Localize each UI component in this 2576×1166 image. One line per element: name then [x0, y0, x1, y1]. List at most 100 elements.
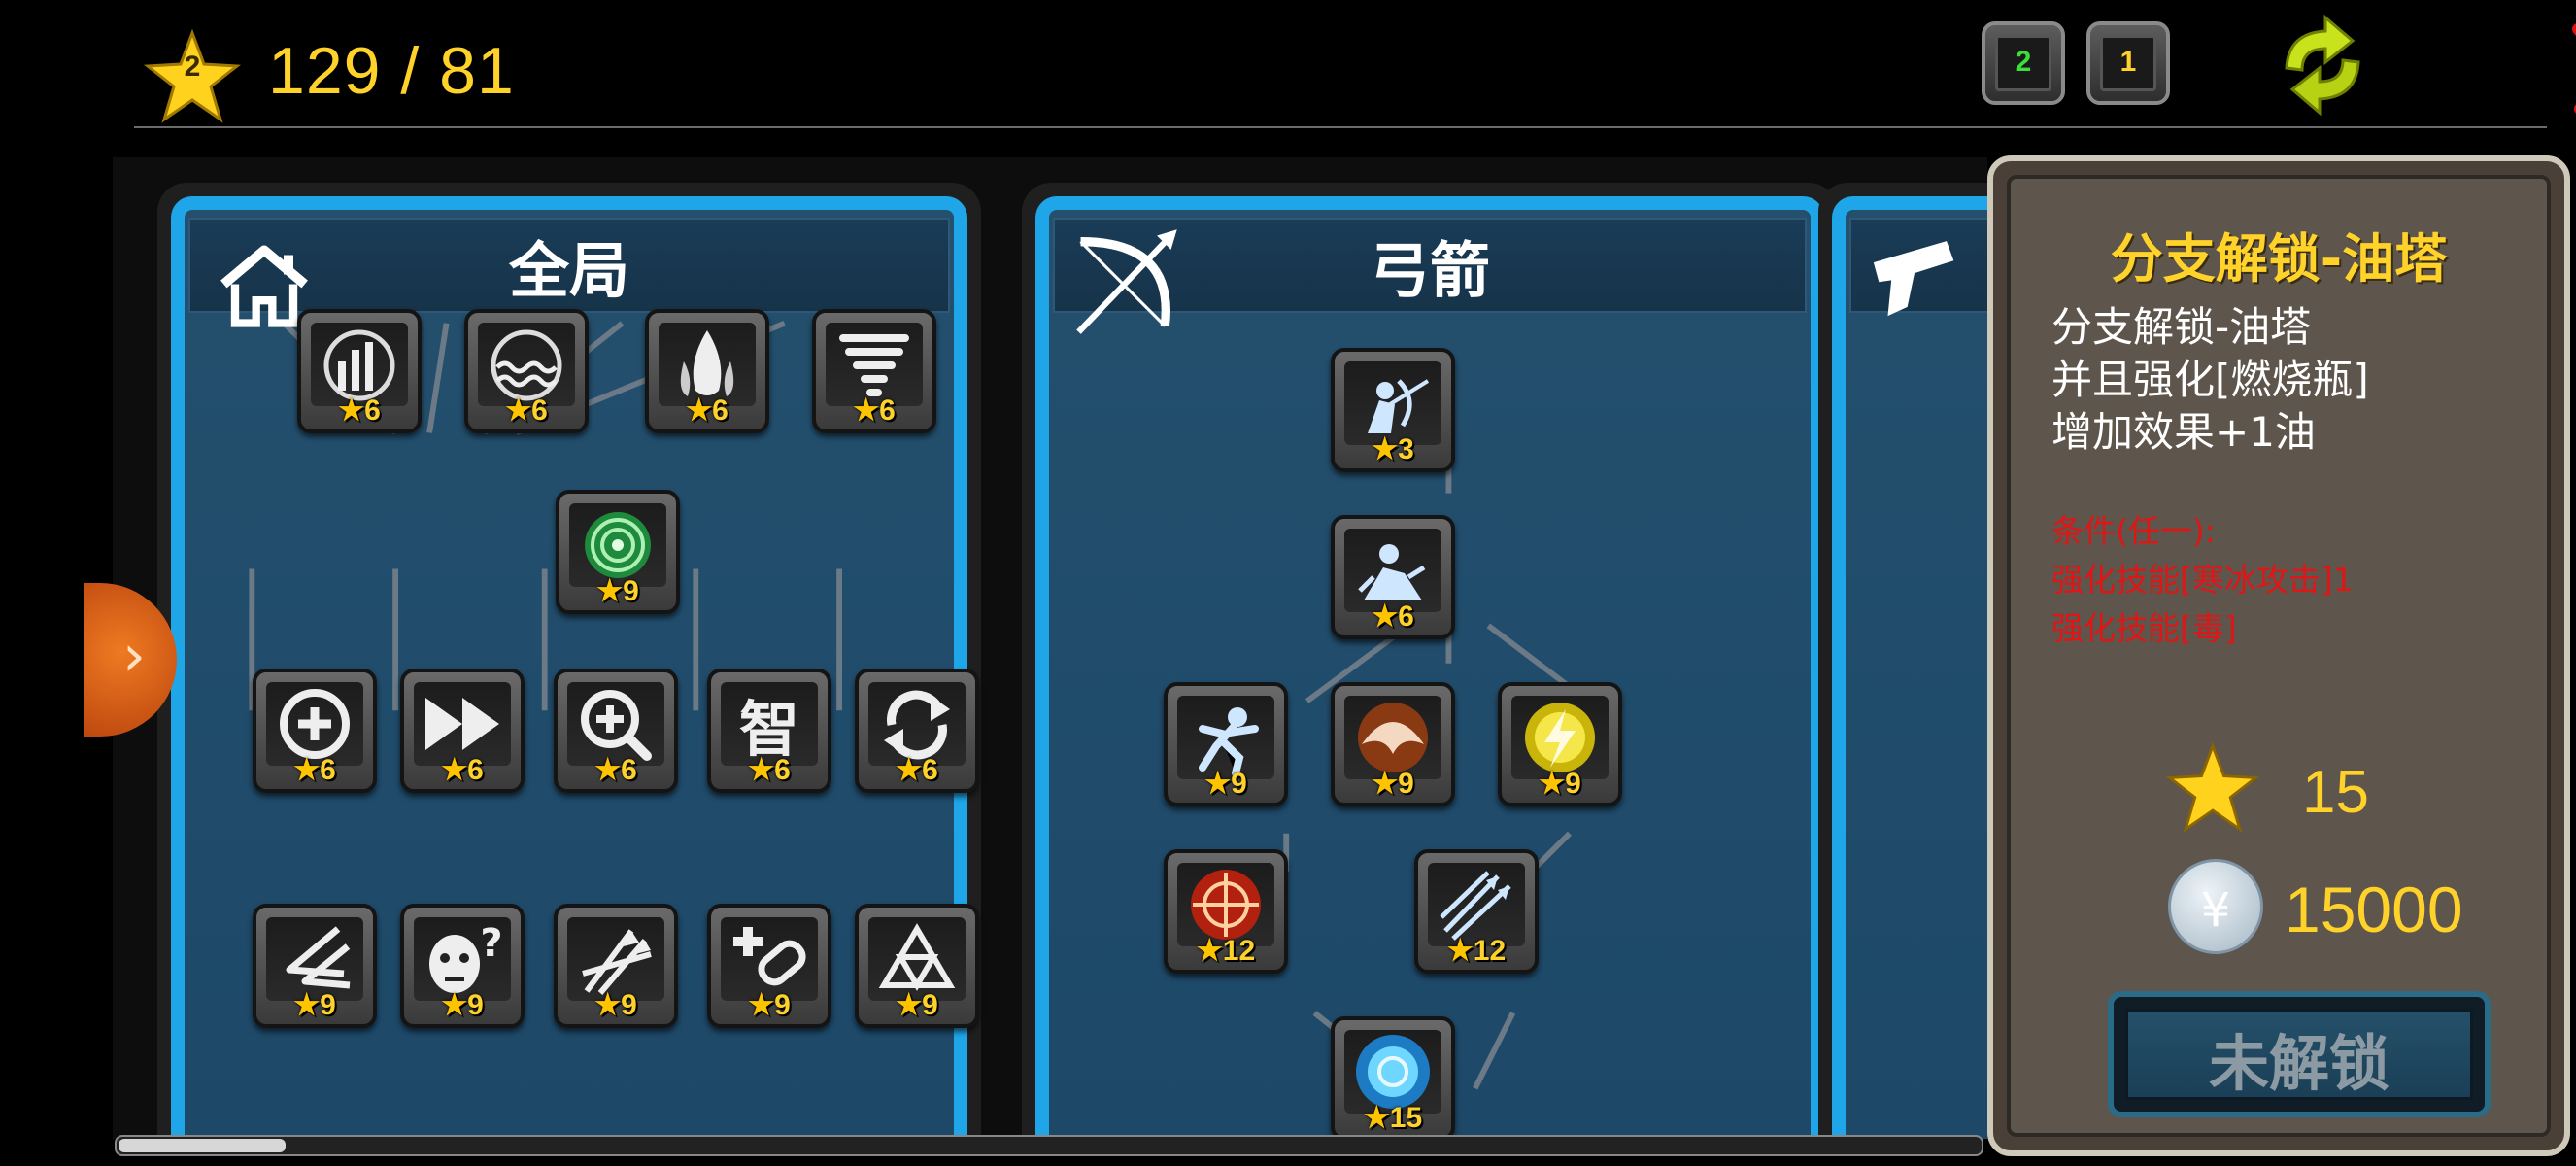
skill-cost: 6: [364, 394, 381, 427]
star-icon: ★: [686, 394, 713, 427]
star-icon: ★: [1363, 1102, 1390, 1134]
desc-line: 并且强化[燃烧瓶]: [2051, 356, 2369, 403]
skill-cost: 9: [467, 989, 484, 1021]
star-icon: ★: [896, 754, 923, 786]
skill-node[interactable]: ★6: [855, 669, 979, 793]
skill-cost: 9: [1231, 768, 1247, 800]
close-x-icon[interactable]: [2570, 19, 2576, 117]
skill-node[interactable]: ★6: [253, 669, 377, 793]
skill-node[interactable]: ★6: [400, 669, 525, 793]
coin-cost: 15000: [2285, 874, 2463, 945]
skill-cost: 9: [774, 989, 791, 1021]
star-level-badge: 2: [143, 28, 242, 126]
star-icon: ★: [293, 989, 321, 1021]
skill-cost: 3: [1398, 433, 1414, 465]
skill-cost: 6: [712, 394, 729, 427]
top-divider: [134, 126, 2547, 128]
skill-column-pistol: [1818, 183, 1987, 1139]
info-conditions: 条件(任一): 强化技能[寒冰攻击]1 强化技能[毒]: [2051, 507, 2354, 653]
unlock-button[interactable]: 未解锁: [2108, 991, 2491, 1117]
scrollbar-thumb[interactable]: [119, 1139, 286, 1152]
skill-node[interactable]: ★9: [554, 904, 678, 1028]
column-title: 弓箭: [1369, 235, 1490, 306]
skill-node[interactable]: ★9: [1164, 682, 1288, 806]
skill-node[interactable]: ★3: [1331, 348, 1455, 472]
page-button-label: 1: [2100, 35, 2156, 91]
skill-node[interactable]: ★9: [1498, 682, 1622, 806]
skill-node[interactable]: ★6: [812, 309, 936, 433]
skill-board[interactable]: 全局 ★6 ★6 ★6 ★6 ★9 ★6 ★6 ★6 智 ★6 ★6 ★9 ? …: [113, 157, 1987, 1139]
skill-node[interactable]: ★12: [1414, 849, 1539, 974]
skill-cost: 12: [1473, 935, 1507, 967]
skill-cost: 9: [623, 575, 639, 607]
star-icon: ★: [748, 754, 775, 786]
star-icon: ★: [441, 989, 468, 1021]
skill-cost: 15: [1389, 1102, 1423, 1134]
star-icon: ★: [505, 394, 532, 427]
column-panel: [1846, 210, 1987, 1139]
skill-node[interactable]: ★15: [1331, 1016, 1455, 1139]
skill-node[interactable]: ★6: [464, 309, 589, 433]
desc-line: 分支解锁-油塔: [2051, 303, 2312, 351]
star-icon: ★: [594, 989, 622, 1021]
skill-column-global: 全局 ★6 ★6 ★6 ★6 ★9 ★6 ★6 ★6 智 ★6 ★6 ★9 ? …: [157, 183, 981, 1139]
skill-cost: 9: [922, 989, 938, 1021]
skill-cost: 9: [1565, 768, 1581, 800]
skill-node[interactable]: ? ★9: [400, 904, 525, 1028]
star-icon: ★: [293, 754, 321, 786]
skill-node[interactable]: ★9: [855, 904, 979, 1028]
condition-line: 强化技能[毒]: [2051, 609, 2237, 647]
chevron-right-icon: ›: [122, 622, 146, 690]
column-title: 全局: [508, 235, 629, 306]
star-icon: ★: [1539, 768, 1566, 800]
skill-info-panel: 分支解锁-油塔 分支解锁-油塔 并且强化[燃烧瓶] 增加效果+1油 条件(任一)…: [1987, 155, 2570, 1156]
info-title: 分支解锁-油塔: [2110, 228, 2448, 290]
skill-node[interactable]: ★9: [253, 904, 377, 1028]
star-icon: ★: [594, 754, 622, 786]
skill-cost: 9: [1398, 768, 1414, 800]
skill-node[interactable]: ★9: [556, 490, 680, 614]
skill-node[interactable]: ★9: [1331, 682, 1455, 806]
skill-node[interactable]: 智 ★6: [707, 669, 831, 793]
refresh-arrows-icon[interactable]: [2269, 12, 2376, 119]
star-icon: ★: [596, 575, 624, 607]
skill-node[interactable]: ★6: [297, 309, 422, 433]
skill-cost: 6: [774, 754, 791, 786]
star-icon: ★: [1372, 433, 1399, 465]
skill-cost: 6: [1398, 600, 1414, 633]
star-icon: ★: [441, 754, 468, 786]
star-score: 129 / 81: [268, 34, 515, 108]
condition-line: 强化技能[寒冰攻击]1: [2051, 561, 2354, 599]
horizontal-scrollbar[interactable]: [115, 1135, 1983, 1156]
skill-cost: 12: [1222, 935, 1256, 967]
page-button-label: 2: [1995, 35, 2051, 91]
skill-cost: 6: [531, 394, 548, 427]
star-icon: ★: [1196, 935, 1223, 967]
level-number: 2: [184, 51, 201, 83]
page-button-2[interactable]: 2: [1982, 21, 2065, 105]
condition-line: 条件(任一):: [2051, 512, 2216, 550]
coin-symbol: ¥: [2200, 883, 2231, 938]
skill-cost: 9: [320, 989, 336, 1021]
skill-node[interactable]: ★6: [645, 309, 769, 433]
page-button-1[interactable]: 1: [2086, 21, 2170, 105]
skill-column-archery: 弓箭 ★3 ★6 ★9 ★9 ★9 ★12 ★12 ★15: [1022, 183, 1838, 1139]
skill-cost: 6: [467, 754, 484, 786]
info-panel-inner: 分支解锁-油塔 分支解锁-油塔 并且强化[燃烧瓶] 增加效果+1油 条件(任一)…: [2007, 175, 2551, 1137]
skill-cost: 6: [320, 754, 336, 786]
skill-cost: 6: [879, 394, 896, 427]
star-icon: ★: [748, 989, 775, 1021]
skill-node[interactable]: ★12: [1164, 849, 1288, 974]
skill-node[interactable]: ★9: [707, 904, 831, 1028]
star-cost: 15: [2302, 759, 2369, 826]
star-icon: ★: [1204, 768, 1232, 800]
star-icon: ★: [853, 394, 880, 427]
skill-node[interactable]: ★6: [1331, 515, 1455, 639]
unlock-button-label: 未解锁: [2208, 1028, 2390, 1099]
skill-node[interactable]: ★6: [554, 669, 678, 793]
info-description: 分支解锁-油塔 并且强化[燃烧瓶] 增加效果+1油: [2051, 301, 2369, 459]
star-icon: ★: [896, 989, 923, 1021]
star-icon: ★: [338, 394, 365, 427]
star-icon: ★: [1372, 768, 1399, 800]
desc-line: 增加效果+1油: [2051, 408, 2316, 456]
